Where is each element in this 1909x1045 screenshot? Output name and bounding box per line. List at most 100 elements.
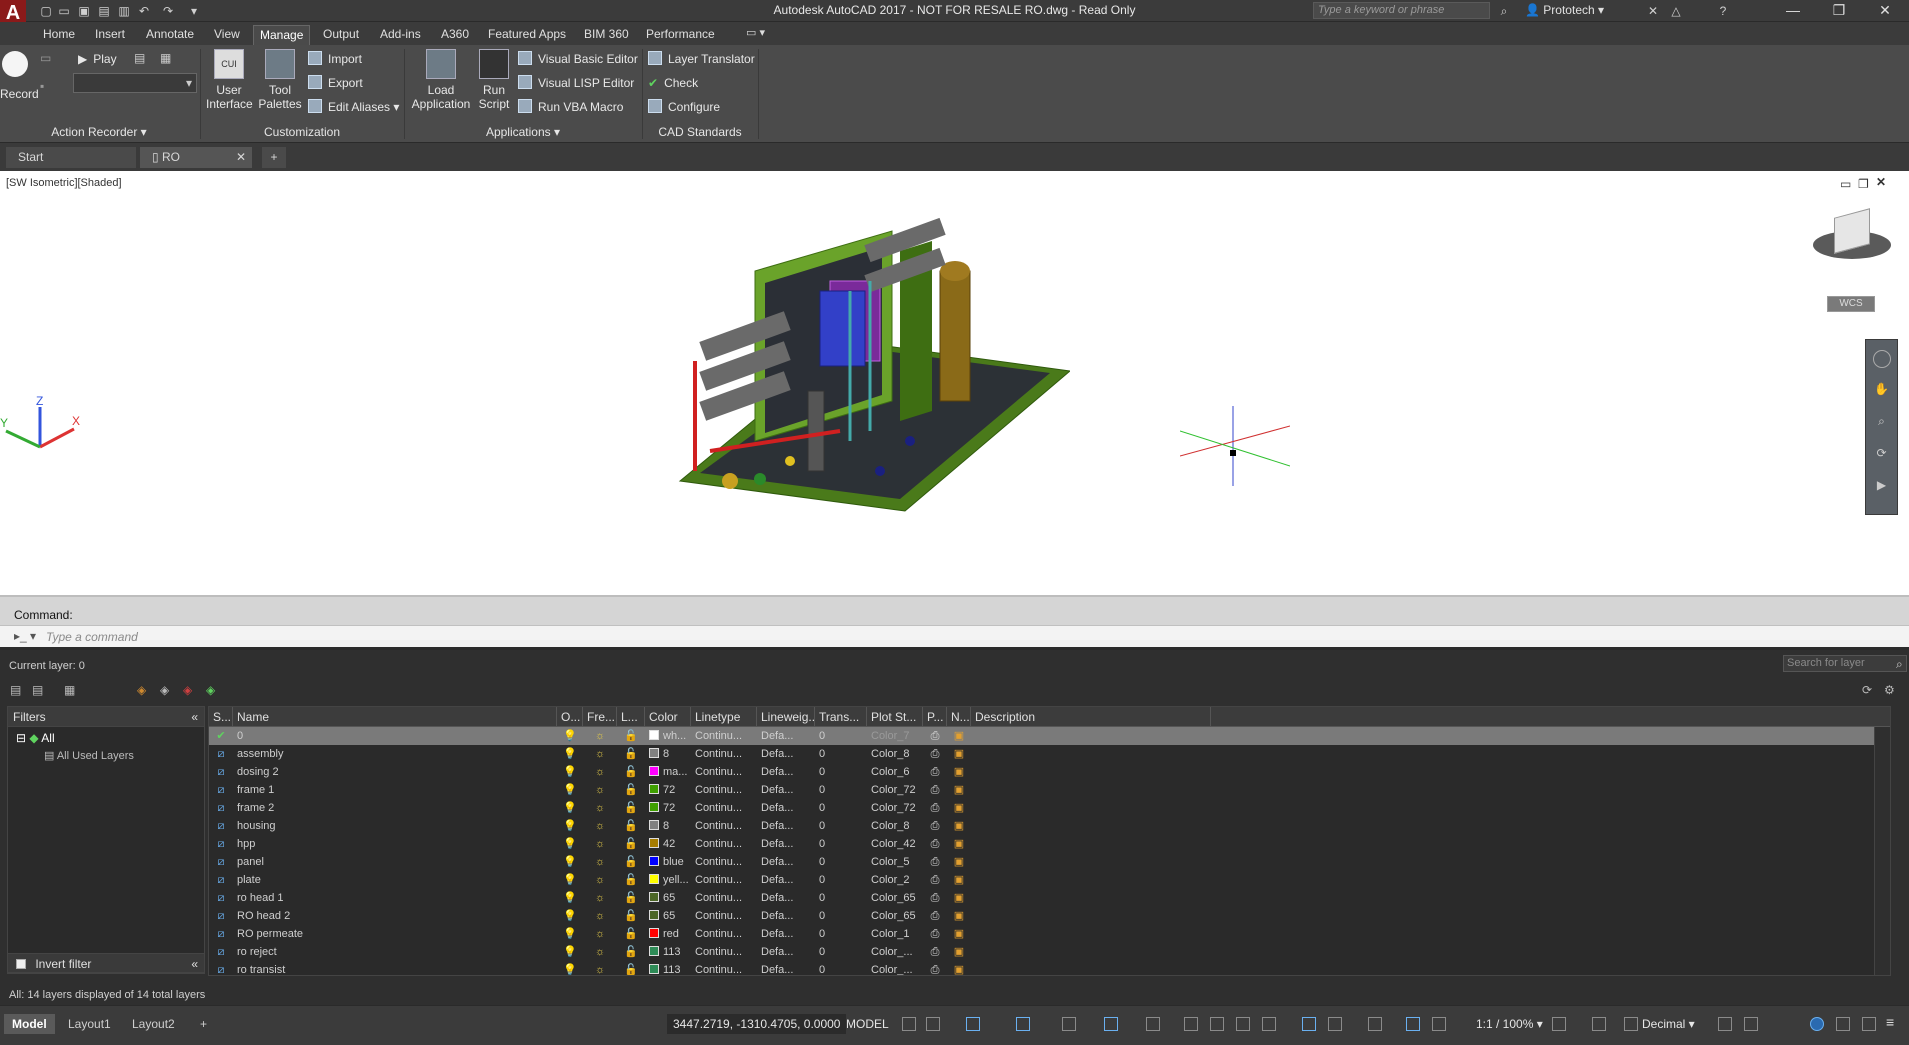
panel-title-action-recorder[interactable]: Action Recorder ▾	[0, 123, 198, 141]
layer-linetype[interactable]: Continu...	[691, 961, 757, 975]
layer-name[interactable]: frame 2	[233, 799, 557, 817]
unlock-icon[interactable]: 🔓	[617, 907, 645, 925]
lineweight-icon[interactable]	[1184, 1017, 1198, 1031]
column-name[interactable]: Name	[233, 707, 557, 727]
viewport-minimize-icon[interactable]: ▭	[1840, 177, 1851, 191]
column-plot[interactable]: P...	[923, 707, 947, 727]
save-as-icon[interactable]: ▤	[96, 3, 112, 19]
lightbulb-icon[interactable]: 💡	[557, 727, 583, 745]
restore-button[interactable]: ❐	[1816, 0, 1862, 22]
layer-lineweight[interactable]: Defa...	[757, 907, 815, 925]
filter-all[interactable]: ⊟ ◆ All	[8, 727, 204, 749]
lightbulb-icon[interactable]: 💡	[557, 943, 583, 961]
unlock-icon[interactable]: 🔓	[617, 889, 645, 907]
tool-palettes-button[interactable]: Tool Palettes	[258, 49, 302, 111]
workspace-switching-icon[interactable]	[1552, 1017, 1566, 1031]
new-vp-freeze-icon[interactable]: ▣	[947, 727, 971, 745]
configure-button[interactable]: Configure	[648, 97, 720, 117]
load-application-button[interactable]: Load Application	[410, 49, 472, 111]
unlock-icon[interactable]: 🔓	[617, 727, 645, 745]
layer-name[interactable]: ro transist	[233, 961, 557, 975]
close-button[interactable]: ✕	[1862, 0, 1908, 22]
column-on[interactable]: O...	[557, 707, 583, 727]
lightbulb-icon[interactable]: 💡	[557, 763, 583, 781]
layer-color[interactable]: wh...	[645, 727, 691, 745]
column-color[interactable]: Color	[645, 707, 691, 727]
layer-transparency[interactable]: 0	[815, 817, 867, 835]
import-button[interactable]: Import	[308, 49, 362, 69]
unlock-icon[interactable]: 🔓	[617, 871, 645, 889]
redo-icon[interactable]: ↷	[160, 3, 176, 19]
layer-row[interactable]: ⧄ frame 1 💡 ☼ 🔓 72 Continu... Defa... 0 Color_72 ⎙…	[209, 781, 1890, 799]
layer-name[interactable]: dosing 2	[233, 763, 557, 781]
minimize-button[interactable]: —	[1770, 0, 1816, 22]
printer-icon[interactable]: ⎙	[923, 961, 947, 975]
lock-ui-icon[interactable]	[1744, 1017, 1758, 1031]
command-input[interactable]: Type a command	[46, 630, 138, 644]
3d-osnap-icon[interactable]	[1262, 1017, 1276, 1031]
new-vp-freeze-icon[interactable]: ▣	[947, 763, 971, 781]
new-layer-icon[interactable]: ◈	[137, 683, 146, 697]
unlock-icon[interactable]: 🔓	[617, 925, 645, 943]
visual-basic-editor-button[interactable]: Visual Basic Editor	[518, 49, 638, 69]
sun-icon[interactable]: ☼	[583, 763, 617, 781]
layer-color[interactable]: 42	[645, 835, 691, 853]
refresh-icon[interactable]: ⟳	[1862, 683, 1872, 697]
unlock-icon[interactable]: 🔓	[617, 763, 645, 781]
panel-title-applications[interactable]: Applications ▾	[406, 123, 640, 141]
layer-linetype[interactable]: Continu...	[691, 907, 757, 925]
annotation-monitor-icon[interactable]	[1592, 1017, 1606, 1031]
layer-linetype[interactable]: Continu...	[691, 799, 757, 817]
tab-bim360[interactable]: BIM 360	[578, 25, 635, 45]
unlock-icon[interactable]: 🔓	[617, 943, 645, 961]
layer-name[interactable]: RO permeate	[233, 925, 557, 943]
new-icon[interactable]: ▢	[38, 3, 54, 19]
lightbulb-icon[interactable]: 💡	[557, 817, 583, 835]
column-transparency[interactable]: Trans...	[815, 707, 867, 727]
quick-properties-icon[interactable]	[1718, 1017, 1732, 1031]
layer-lineweight[interactable]: Defa...	[757, 835, 815, 853]
new-vp-freeze-icon[interactable]: ▣	[947, 907, 971, 925]
layer-transparency[interactable]: 0	[815, 907, 867, 925]
delete-layer-icon[interactable]: ◈	[183, 683, 192, 697]
column-lineweight[interactable]: Lineweig...	[757, 707, 815, 727]
sun-icon[interactable]: ☼	[583, 925, 617, 943]
layer-color[interactable]: 65	[645, 907, 691, 925]
record-icon[interactable]	[2, 51, 28, 77]
layer-translator-button[interactable]: Layer Translator	[648, 49, 755, 69]
open-icon[interactable]: ▭	[56, 3, 72, 19]
layer-row[interactable]: ⧄ ro reject 💡 ☼ 🔓 113 Continu... Defa... 0 Color_…	[209, 943, 1890, 961]
column-status[interactable]: S...	[209, 707, 233, 727]
tab-ro-drawing[interactable]: ▯ RO ✕	[140, 147, 252, 168]
sun-icon[interactable]: ☼	[583, 853, 617, 871]
sun-icon[interactable]: ☼	[583, 835, 617, 853]
layer-row[interactable]: ⧄ frame 2 💡 ☼ 🔓 72 Continu... Defa... 0 Color_72 ⎙…	[209, 799, 1890, 817]
new-layout-button[interactable]: +	[192, 1014, 215, 1034]
action-tree-icon[interactable]: ▭	[40, 51, 51, 65]
layer-lineweight[interactable]: Defa...	[757, 817, 815, 835]
layer-linetype[interactable]: Continu...	[691, 871, 757, 889]
layer-transparency[interactable]: 0	[815, 745, 867, 763]
new-vp-freeze-icon[interactable]: ▣	[947, 745, 971, 763]
unlock-icon[interactable]: 🔓	[617, 835, 645, 853]
new-vp-freeze-icon[interactable]: ▣	[947, 943, 971, 961]
gizmo-icon[interactable]	[1368, 1017, 1382, 1031]
layer-color[interactable]: 65	[645, 889, 691, 907]
tab-add-ins[interactable]: Add-ins	[374, 25, 427, 45]
layer-transparency[interactable]: 0	[815, 781, 867, 799]
viewport-restore-icon[interactable]: ❐	[1858, 177, 1869, 191]
play-button[interactable]: ▶ Play	[78, 49, 117, 69]
sun-icon[interactable]: ☼	[583, 817, 617, 835]
command-line[interactable]: ▸_ ▾ Type a command	[0, 625, 1909, 647]
check-button[interactable]: ✔ Check	[648, 73, 698, 93]
layer-linetype[interactable]: Continu...	[691, 853, 757, 871]
lightbulb-icon[interactable]: 💡	[557, 853, 583, 871]
hardware-acceleration-icon[interactable]	[1836, 1017, 1850, 1031]
lightbulb-icon[interactable]: 💡	[557, 871, 583, 889]
column-plot-style[interactable]: Plot St...	[867, 707, 923, 727]
layer-row[interactable]: ⧄ hpp 💡 ☼ 🔓 42 Continu... Defa... 0 Color_42 ⎙ ▣	[209, 835, 1890, 853]
layer-linetype[interactable]: Continu...	[691, 727, 757, 745]
keyword-search-input[interactable]: Type a keyword or phrase	[1313, 2, 1490, 19]
layer-name[interactable]: assembly	[233, 745, 557, 763]
layer-lineweight[interactable]: Defa...	[757, 763, 815, 781]
